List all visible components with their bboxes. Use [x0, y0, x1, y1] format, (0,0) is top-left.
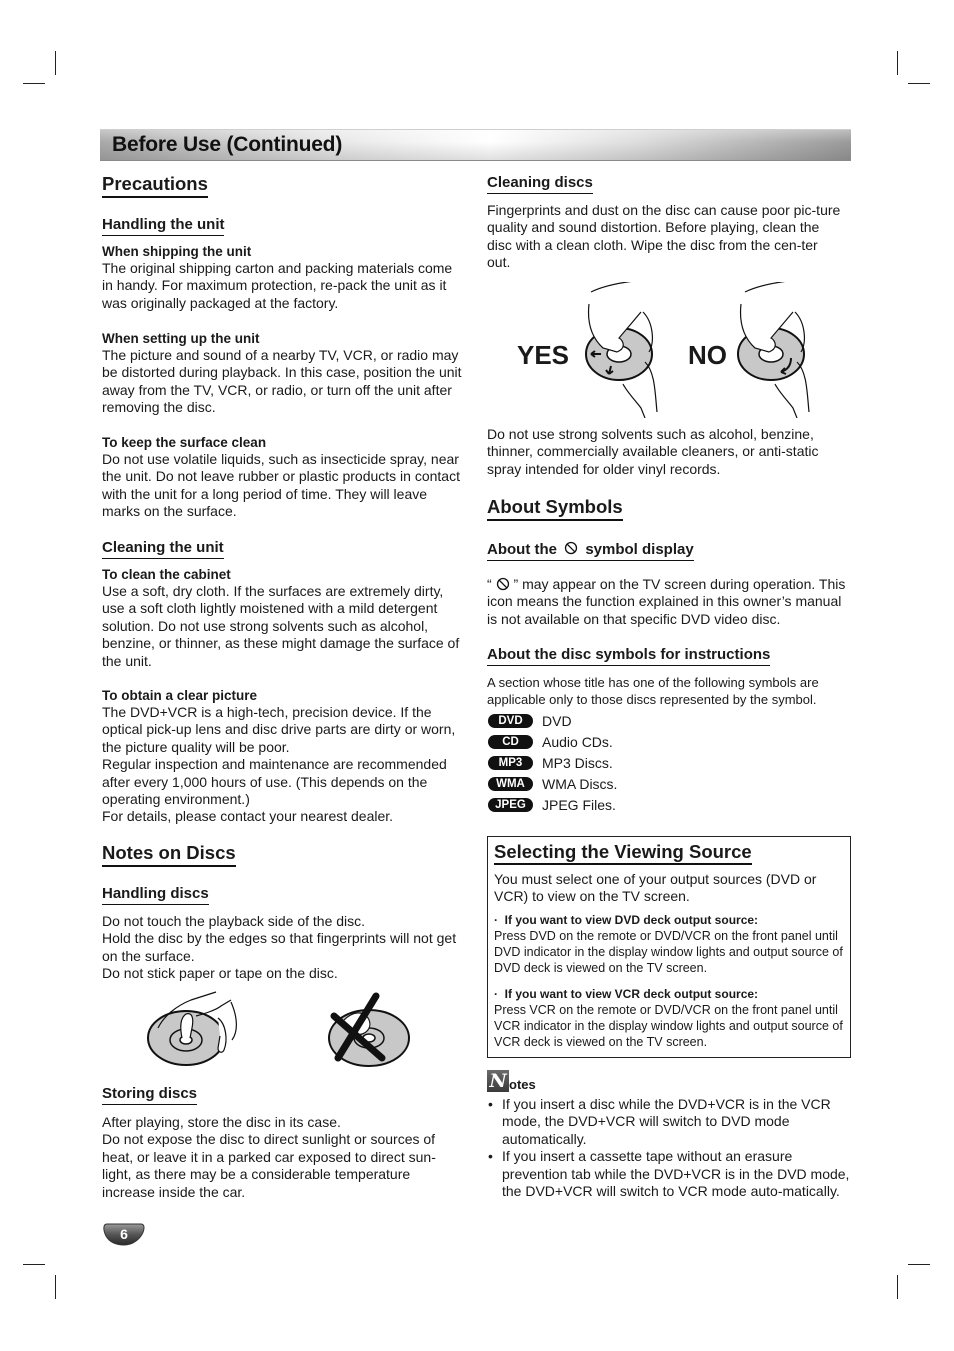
- notes-n-icon: N: [487, 1070, 509, 1092]
- clean-cabinet-text: Use a soft, dry cloth. If the surfaces a…: [102, 583, 460, 669]
- storing-discs-heading: Storing discs: [102, 1084, 198, 1105]
- surface-clean-heading: To keep the surface clean: [102, 435, 267, 450]
- disc-symbol-item: DVD DVD: [488, 710, 617, 731]
- clean-cabinet-heading: To clean the cabinet: [102, 567, 231, 582]
- symbol-display-heading-start: About the: [487, 541, 557, 558]
- clear-picture-line: The DVD+VCR is a high-tech, precision de…: [102, 704, 456, 755]
- crop-mark-top-right-v: [897, 51, 898, 75]
- notes-item: If you insert a cassette tape without an…: [487, 1148, 851, 1200]
- about-symbols-heading: About Symbols: [487, 496, 623, 521]
- page-number: 6: [120, 1226, 128, 1242]
- notes-list: If you insert a disc while the DVD+VCR i…: [487, 1096, 851, 1200]
- handling-unit-heading: Handling the unit: [102, 215, 225, 236]
- storing-discs-line: Do not expose the disc to direct sunligh…: [102, 1131, 436, 1200]
- handling-discs-line: Hold the disc by the edges so that finge…: [102, 930, 457, 964]
- disc-symbols-heading: About the disc symbols for instructions: [487, 645, 771, 666]
- mp3-badge: MP3: [488, 755, 533, 770]
- handling-discs-text: Do not touch the playback side of the di…: [102, 913, 464, 983]
- open-quote: “: [487, 576, 492, 592]
- symbol-display-text: “ ” may appear on the TV screen during o…: [487, 576, 851, 628]
- dvd-source-text: Press DVD on the remote or DVD/VCR on th…: [494, 928, 843, 975]
- vcr-source-heading-text: If you want to view VCR deck output sour…: [504, 986, 759, 1001]
- disc-symbol-list: DVD DVD CD Audio CDs. MP3 MP3 Discs. WMA WMA…: [488, 710, 617, 815]
- clean-cabinet-section: To clean the cabinet Use a soft, dry clo…: [102, 566, 464, 670]
- vcr-source-heading: · If you want to view VCR deck output so…: [494, 986, 759, 1001]
- shipping-section: When shipping the unit The original ship…: [102, 243, 464, 312]
- setting-up-section: When setting up the unit The picture and…: [102, 330, 464, 417]
- handling-discs-line: Do not touch the playback side of the di…: [102, 913, 366, 929]
- crop-mark-top-left-h: [23, 83, 45, 84]
- page-title: Before Use (Continued): [112, 133, 343, 156]
- cleaning-unit-heading: Cleaning the unit: [102, 538, 224, 559]
- notes-header: Notes: [487, 1070, 851, 1092]
- vcr-source-text: Press VCR on the remote or DVD/VCR on th…: [494, 1002, 843, 1049]
- clear-picture-line: For details, please contact your nearest…: [102, 808, 394, 825]
- viewing-source-intro: You must select one of your output sourc…: [494, 871, 817, 905]
- cleaning-discs-text: Fingerprints and dust on the disc can ca…: [487, 202, 841, 271]
- notes-item: If you insert a disc while the DVD+VCR i…: [487, 1096, 851, 1148]
- crop-mark-top-left-v: [55, 51, 56, 75]
- cd-badge: CD: [488, 734, 533, 749]
- section-banner: Before Use (Continued): [100, 129, 851, 161]
- notes-on-discs-heading: Notes on Discs: [102, 842, 236, 867]
- notes-title: otes: [509, 1077, 536, 1092]
- disc-symbol-item: CD Audio CDs.: [488, 731, 617, 752]
- notes-section: Notes If you insert a disc while the DVD…: [487, 1070, 851, 1200]
- wma-badge: WMA: [488, 776, 533, 791]
- vcr-source-bullet: · If you want to view VCR deck output so…: [494, 986, 844, 1050]
- wipe-disc-incorrect-illustration: [737, 282, 810, 418]
- no-label: NO: [688, 340, 727, 370]
- dvd-source-heading: · If you want to view DVD deck output so…: [494, 912, 759, 927]
- dvd-badge: DVD: [488, 713, 533, 728]
- disc-symbol-label: DVD: [542, 712, 572, 729]
- clear-picture-line: Regular inspection and maintenance are r…: [102, 756, 447, 808]
- hold-disc-incorrect-illustration: [328, 992, 410, 1067]
- handling-discs-heading: Handling discs: [102, 884, 209, 905]
- wipe-disc-correct-illustration: [585, 282, 658, 418]
- viewing-source-heading: Selecting the Viewing Source: [494, 841, 752, 865]
- crop-mark-top-right-h: [908, 83, 930, 84]
- hold-disc-correct-illustration: [147, 991, 237, 1066]
- jpeg-badge: JPEG: [488, 797, 533, 812]
- disc-symbols-text: A section whose title has one of the fol…: [487, 675, 819, 707]
- crop-mark-bottom-left-v: [55, 1275, 56, 1299]
- cleaning-discs-heading: Cleaning discs: [487, 173, 593, 194]
- prohibited-icon: [496, 577, 509, 591]
- disc-symbol-label: MP3 Discs.: [542, 754, 613, 771]
- disc-symbol-label: JPEG Files.: [542, 796, 616, 813]
- solvent-warning-text: Do not use strong solvents such as alcoh…: [487, 426, 819, 477]
- yes-label: YES: [517, 340, 570, 370]
- shipping-text: The original shipping carton and packing…: [102, 260, 453, 311]
- dvd-source-heading-text: If you want to view DVD deck output sour…: [504, 912, 759, 927]
- shipping-heading: When shipping the unit: [102, 244, 252, 259]
- storing-discs-text: After playing, store the disc in its cas…: [102, 1114, 464, 1201]
- crop-mark-bottom-left-h: [23, 1264, 45, 1265]
- clear-picture-section: To obtain a clear picture The DVD+VCR is…: [102, 687, 464, 826]
- symbol-display-heading-end: symbol display: [585, 541, 694, 558]
- setting-up-text: The picture and sound of a nearby TV, VC…: [102, 347, 462, 416]
- crop-mark-bottom-right-v: [897, 1275, 898, 1299]
- disc-symbol-label: WMA Discs.: [542, 775, 618, 792]
- precautions-heading: Precautions: [102, 173, 208, 198]
- dvd-source-bullet: · If you want to view DVD deck output so…: [494, 912, 844, 976]
- symbol-display-heading: About the symbol display: [487, 540, 694, 561]
- viewing-source-box: Selecting the Viewing Source You must se…: [487, 836, 851, 1058]
- surface-clean-section: To keep the surface clean Do not use vol…: [102, 434, 464, 521]
- clear-picture-heading: To obtain a clear picture: [102, 688, 258, 703]
- disc-symbol-item: WMA WMA Discs.: [488, 773, 617, 794]
- prohibited-icon: [565, 541, 578, 555]
- disc-symbol-label: Audio CDs.: [542, 733, 613, 750]
- page-number-tab: 6: [103, 1223, 145, 1246]
- symbol-display-text-body: ” may appear on the TV screen during ope…: [487, 576, 846, 627]
- disc-symbol-item: MP3 MP3 Discs.: [488, 752, 617, 773]
- surface-clean-text: Do not use volatile liquids, such as ins…: [102, 451, 460, 520]
- storing-discs-line: After playing, store the disc in its cas…: [102, 1114, 341, 1130]
- handling-discs-line: Do not stick paper or tape on the disc.: [102, 965, 338, 982]
- setting-up-heading: When setting up the unit: [102, 331, 260, 346]
- disc-symbol-item: JPEG JPEG Files.: [488, 794, 617, 815]
- crop-mark-bottom-right-h: [908, 1264, 930, 1265]
